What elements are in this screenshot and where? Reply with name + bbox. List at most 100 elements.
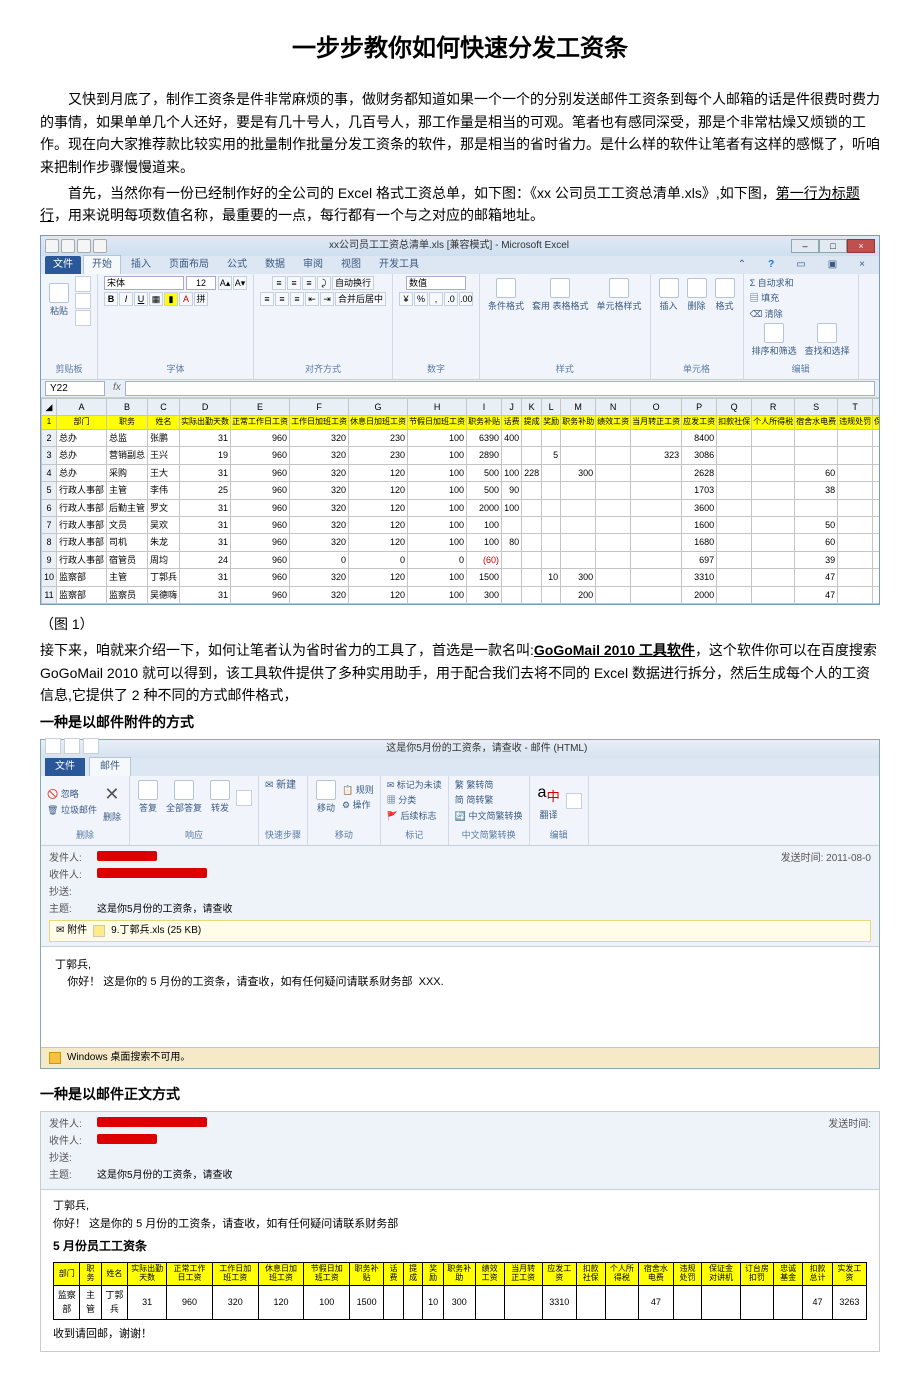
cell[interactable] — [596, 569, 631, 586]
cell[interactable]: 100 — [408, 447, 467, 464]
cell[interactable]: 960 — [231, 586, 290, 603]
cell[interactable]: 960 — [231, 482, 290, 499]
cell[interactable] — [596, 586, 631, 603]
cell[interactable]: 80 — [502, 534, 522, 551]
cell[interactable]: 60 — [795, 464, 838, 481]
row-header[interactable]: 7 — [42, 517, 57, 534]
cell[interactable]: 19 — [180, 447, 231, 464]
indent-dec-icon[interactable]: ⇤ — [305, 292, 319, 306]
merge-button[interactable]: 合并后居中 — [335, 292, 386, 306]
cell[interactable] — [873, 464, 879, 481]
cell[interactable] — [631, 482, 682, 499]
cell[interactable]: 960 — [231, 499, 290, 516]
ol-tab-file[interactable]: 文件 — [45, 758, 85, 776]
ol-save-icon[interactable] — [45, 738, 61, 754]
minimize-ribbon-icon[interactable]: ⌃ — [730, 256, 754, 274]
undo-icon[interactable] — [77, 239, 91, 253]
cell[interactable]: 31 — [180, 586, 231, 603]
cell[interactable]: 31 — [180, 464, 231, 481]
cell[interactable] — [631, 586, 682, 603]
indent-inc-icon[interactable]: ⇥ — [320, 292, 334, 306]
cell[interactable]: 230 — [349, 430, 408, 447]
close-doc-icon[interactable]: × — [851, 256, 873, 274]
cell[interactable] — [596, 482, 631, 499]
cell[interactable] — [795, 430, 838, 447]
orientation-icon[interactable]: ⤸ — [317, 276, 331, 290]
data-header[interactable]: 扣款社保 — [717, 416, 752, 430]
row-header[interactable]: 8 — [42, 534, 57, 551]
cell[interactable]: 500 — [467, 482, 502, 499]
mark-unread-button[interactable]: ✉ 标记为未读 — [387, 778, 442, 792]
cell[interactable] — [542, 464, 561, 481]
cell[interactable]: 960 — [231, 569, 290, 586]
cell[interactable] — [838, 517, 873, 534]
cell[interactable] — [561, 517, 596, 534]
translate-button[interactable]: a中翻译 — [536, 778, 562, 825]
row-header[interactable]: 3 — [42, 447, 57, 464]
cell[interactable] — [752, 464, 795, 481]
cell[interactable] — [631, 464, 682, 481]
data-header[interactable]: 休息日加班工资 — [349, 416, 408, 430]
tab-dev[interactable]: 开发工具 — [371, 256, 427, 274]
tab-home[interactable]: 开始 — [83, 255, 121, 274]
cell[interactable] — [522, 430, 542, 447]
cell[interactable]: 300 — [467, 586, 502, 603]
cell[interactable]: 31 — [180, 499, 231, 516]
col-header[interactable]: H — [408, 398, 467, 415]
cell[interactable] — [631, 430, 682, 447]
cell[interactable] — [873, 482, 879, 499]
data-header[interactable]: 提成 — [522, 416, 542, 430]
cell[interactable] — [873, 499, 879, 516]
cell[interactable] — [522, 517, 542, 534]
brush-icon[interactable] — [75, 310, 91, 326]
cell[interactable] — [502, 569, 522, 586]
row-header[interactable]: 9 — [42, 551, 57, 568]
cell[interactable]: 228 — [522, 464, 542, 481]
format-cell-button[interactable]: 格式 — [713, 276, 737, 315]
cell[interactable] — [596, 499, 631, 516]
cell[interactable]: 1600 — [682, 517, 717, 534]
data-header[interactable]: 实际出勤天数 — [180, 416, 231, 430]
col-header[interactable]: F — [290, 398, 349, 415]
row-header[interactable]: 5 — [42, 482, 57, 499]
cell[interactable] — [752, 499, 795, 516]
cell[interactable]: 监察部 — [57, 586, 107, 603]
cell[interactable]: 300 — [561, 569, 596, 586]
col-header[interactable]: O — [631, 398, 682, 415]
cell[interactable]: 司机 — [107, 534, 148, 551]
cell[interactable] — [542, 534, 561, 551]
dec-dec-icon[interactable]: .00 — [459, 292, 473, 306]
cell[interactable]: 47 — [795, 569, 838, 586]
data-header[interactable]: 节假日加班工资 — [408, 416, 467, 430]
cell[interactable]: 120 — [349, 482, 408, 499]
cell[interactable] — [838, 482, 873, 499]
col-header[interactable]: M — [561, 398, 596, 415]
cell[interactable]: 31 — [180, 517, 231, 534]
align-top-icon[interactable]: ≡ — [272, 276, 286, 290]
cell[interactable]: 3086 — [682, 447, 717, 464]
cell[interactable]: 24 — [180, 551, 231, 568]
cell[interactable]: 323 — [631, 447, 682, 464]
help-icon[interactable]: ? — [760, 256, 782, 274]
cell[interactable] — [631, 551, 682, 568]
cell[interactable] — [873, 569, 879, 586]
cell[interactable]: 960 — [231, 517, 290, 534]
cell[interactable] — [873, 447, 879, 464]
data-header[interactable]: 姓名 — [148, 416, 180, 430]
font-name-select[interactable] — [104, 276, 184, 290]
cell[interactable] — [596, 517, 631, 534]
font-size-select[interactable] — [186, 276, 216, 290]
col-header[interactable]: E — [231, 398, 290, 415]
align-left-icon[interactable]: ≡ — [260, 292, 274, 306]
data-header[interactable]: 部门 — [57, 416, 107, 430]
cell[interactable]: 吴欢 — [148, 517, 180, 534]
border-icon[interactable]: ▦ — [149, 292, 163, 306]
cell[interactable]: 300 — [561, 464, 596, 481]
cell[interactable] — [752, 482, 795, 499]
cell[interactable] — [838, 447, 873, 464]
cell[interactable]: 320 — [290, 464, 349, 481]
followup-button[interactable]: 🚩 后续标志 — [387, 809, 437, 823]
cell[interactable]: 后勤主管 — [107, 499, 148, 516]
cell[interactable] — [596, 534, 631, 551]
maximize-button[interactable]: □ — [819, 239, 847, 253]
